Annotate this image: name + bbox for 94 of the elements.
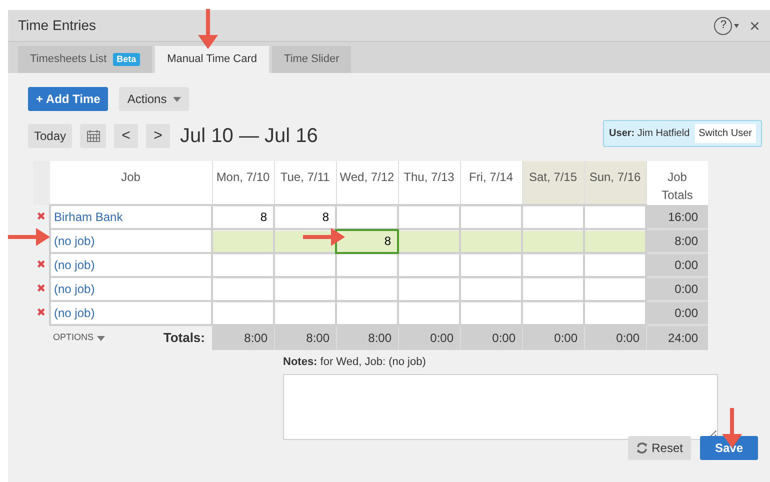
hours-field[interactable]: [461, 206, 521, 228]
caret-icon: [734, 24, 740, 28]
arrow-icon: [8, 228, 50, 246]
hours-field[interactable]: [461, 278, 521, 300]
hours-field[interactable]: [461, 230, 521, 252]
hours-field[interactable]: 8: [275, 206, 335, 228]
hours-field[interactable]: [399, 254, 459, 276]
hours-field[interactable]: [213, 254, 273, 276]
calendar-button[interactable]: [80, 124, 106, 148]
actions-button[interactable]: Actions: [119, 87, 189, 111]
next-button[interactable]: >: [146, 124, 170, 148]
column-header: Job Totals: [646, 161, 708, 205]
hours-field[interactable]: [523, 302, 583, 324]
arrow-icon: [198, 9, 218, 49]
hours-field[interactable]: 8: [213, 206, 273, 228]
column-header: Job: [50, 161, 212, 205]
hours-field[interactable]: [337, 278, 397, 300]
hours-field[interactable]: [523, 278, 583, 300]
hours-field[interactable]: [585, 278, 645, 300]
job-link[interactable]: (no job): [54, 306, 95, 320]
hours-field[interactable]: [461, 254, 521, 276]
date-range: Jul 10 — Jul 16: [180, 124, 318, 149]
notes-field[interactable]: [283, 374, 718, 440]
delete-icon[interactable]: ✖: [36, 258, 46, 271]
caret-icon: [172, 96, 181, 102]
hours-field[interactable]: [213, 230, 273, 252]
hours-field[interactable]: [399, 206, 459, 228]
hours-field[interactable]: [275, 302, 335, 324]
hours-field[interactable]: [523, 254, 583, 276]
hours-field[interactable]: [337, 254, 397, 276]
job-total: 0:00: [646, 253, 708, 277]
job-link[interactable]: (no job): [54, 282, 95, 296]
add-time-button[interactable]: + Add Time: [28, 87, 108, 111]
hours-field[interactable]: [275, 278, 335, 300]
day-total: 8:00: [212, 325, 274, 350]
window-title: Time Entries: [18, 16, 96, 35]
hours-field[interactable]: 8: [337, 230, 397, 252]
hours-field[interactable]: [585, 254, 645, 276]
reset-button[interactable]: Reset: [628, 436, 691, 460]
switch-user-button[interactable]: Switch User: [694, 124, 756, 143]
calendar-icon: [86, 130, 100, 142]
delete-icon[interactable]: ✖: [36, 282, 46, 295]
job-total: 16:00: [646, 205, 708, 229]
job-link[interactable]: (no job): [54, 234, 95, 248]
tab[interactable]: Timesheets List Beta: [18, 46, 152, 73]
column-header: Fri, 7/14: [460, 161, 522, 205]
column-header: Sun, 7/16: [584, 161, 646, 205]
previous-button[interactable]: <: [114, 124, 138, 148]
hours-field[interactable]: [399, 230, 459, 252]
hours-field[interactable]: [461, 302, 521, 324]
today-button[interactable]: Today: [28, 124, 72, 148]
close-button[interactable]: ×: [749, 16, 760, 34]
refresh-icon: [636, 442, 648, 454]
arrow-icon: [303, 228, 345, 246]
job-total: 8:00: [646, 229, 708, 253]
job-total: 0:00: [646, 277, 708, 301]
hours-field[interactable]: [399, 278, 459, 300]
hours-field[interactable]: [585, 230, 645, 252]
job-total: 0:00: [646, 301, 708, 325]
save-button[interactable]: Save: [700, 436, 758, 460]
delete-icon[interactable]: ✖: [36, 210, 46, 223]
day-total: 8:00: [336, 325, 398, 350]
hours-field[interactable]: [523, 230, 583, 252]
user-label: User: Jim Hatfield: [609, 127, 690, 141]
job-link[interactable]: (no job): [54, 258, 95, 272]
options-button[interactable]: OPTIONS: [53, 331, 105, 345]
hours-field[interactable]: [337, 206, 397, 228]
help-button[interactable]: ?: [714, 16, 732, 34]
hours-field[interactable]: [337, 302, 397, 324]
grand-total: 24:00: [646, 325, 708, 350]
hours-field[interactable]: [213, 302, 273, 324]
day-total: 8:00: [274, 325, 336, 350]
caret-icon: [96, 336, 105, 340]
column-header: Tue, 7/11: [274, 161, 336, 205]
delete-icon[interactable]: ✖: [36, 306, 46, 319]
hours-field[interactable]: [275, 254, 335, 276]
day-total: 0:00: [522, 325, 584, 350]
totals-label: Totals:: [163, 329, 206, 348]
day-total: 0:00: [398, 325, 460, 350]
tab[interactable]: Time Slider: [272, 46, 352, 73]
tab[interactable]: Manual Time Card: [155, 46, 270, 73]
day-total: 0:00: [460, 325, 522, 350]
notes-label: Notes: for Wed, Job: (no job): [283, 355, 427, 370]
hours-field[interactable]: [399, 302, 459, 324]
hours-field[interactable]: [585, 206, 645, 228]
beta-badge: Beta: [112, 52, 140, 66]
day-total: 0:00: [584, 325, 646, 350]
column-header: Sat, 7/15: [522, 161, 584, 205]
column-header: Mon, 7/10: [212, 161, 274, 205]
column-header: Thu, 7/13: [398, 161, 460, 205]
hours-field[interactable]: [213, 278, 273, 300]
column-header: Wed, 7/12: [336, 161, 398, 205]
hours-field[interactable]: [585, 302, 645, 324]
hours-field[interactable]: [523, 206, 583, 228]
